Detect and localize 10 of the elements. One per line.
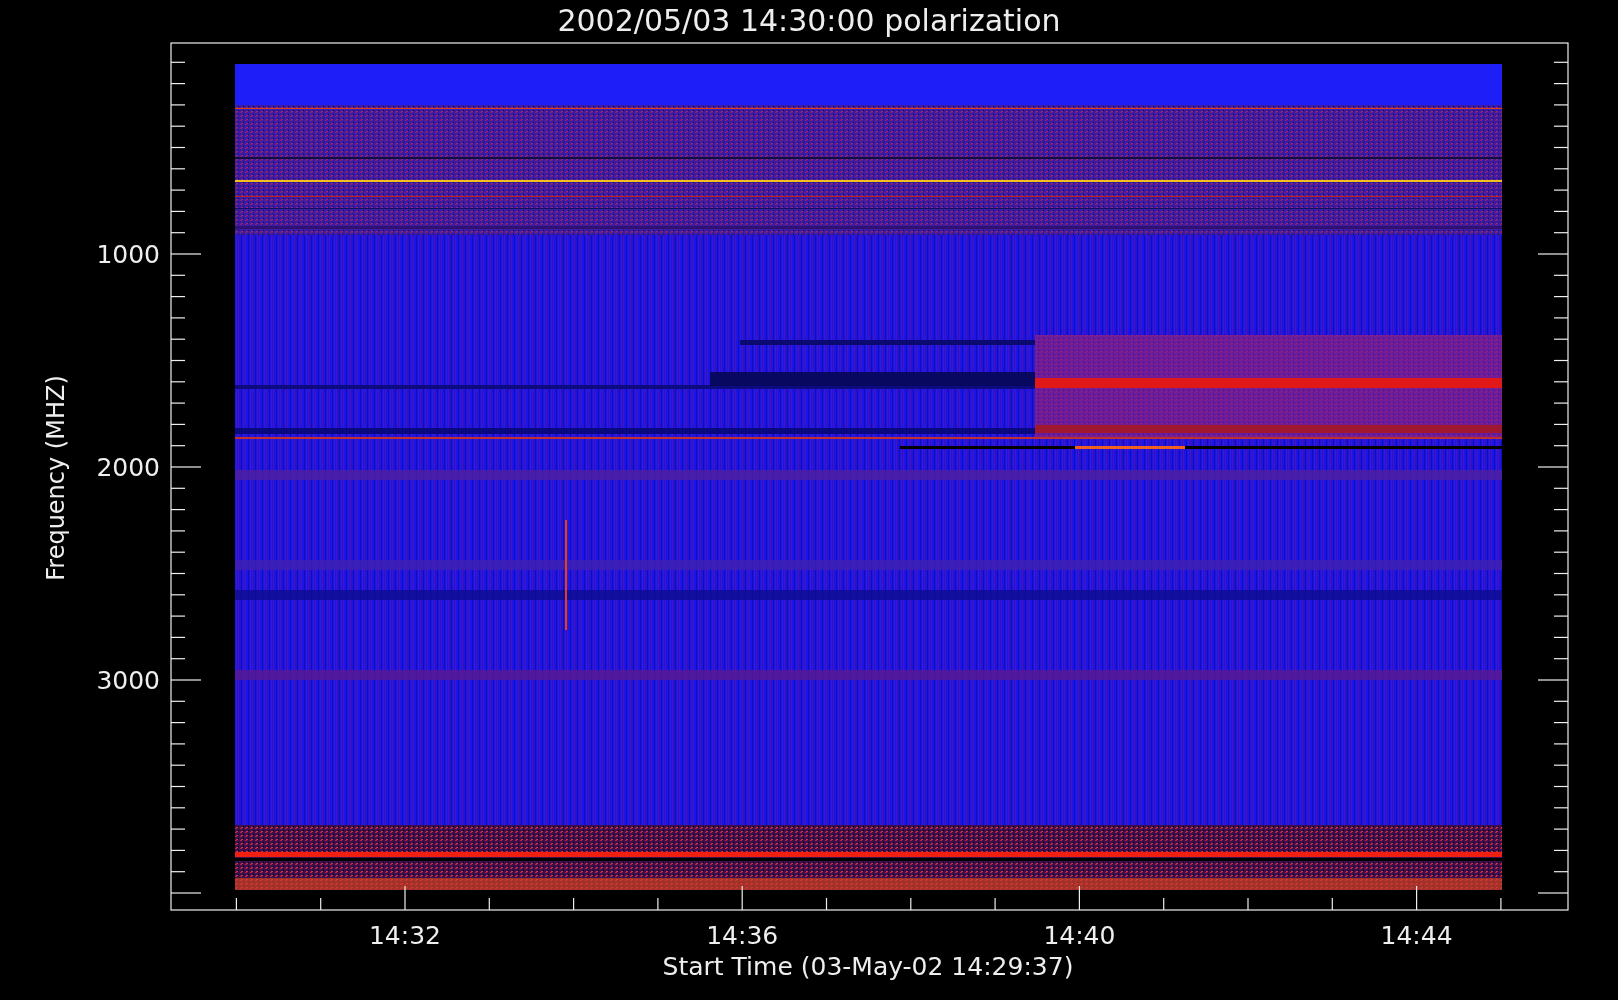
axis-title: Frequency (MHZ) — [42, 375, 70, 581]
tick-label: 3000 — [96, 666, 160, 695]
tick-label: 14:40 — [1043, 921, 1116, 950]
tick-label: 14:32 — [369, 921, 441, 950]
tick-label: 14:44 — [1380, 921, 1453, 950]
tick-label: 1000 — [96, 240, 160, 269]
tick-label: 14:36 — [706, 921, 779, 950]
tick-label: 2000 — [96, 453, 160, 482]
chart-title: 2002/05/03 14:30:00 polarization — [557, 3, 1061, 38]
axis-title: Start Time (03-May-02 14:29:37) — [662, 952, 1074, 981]
